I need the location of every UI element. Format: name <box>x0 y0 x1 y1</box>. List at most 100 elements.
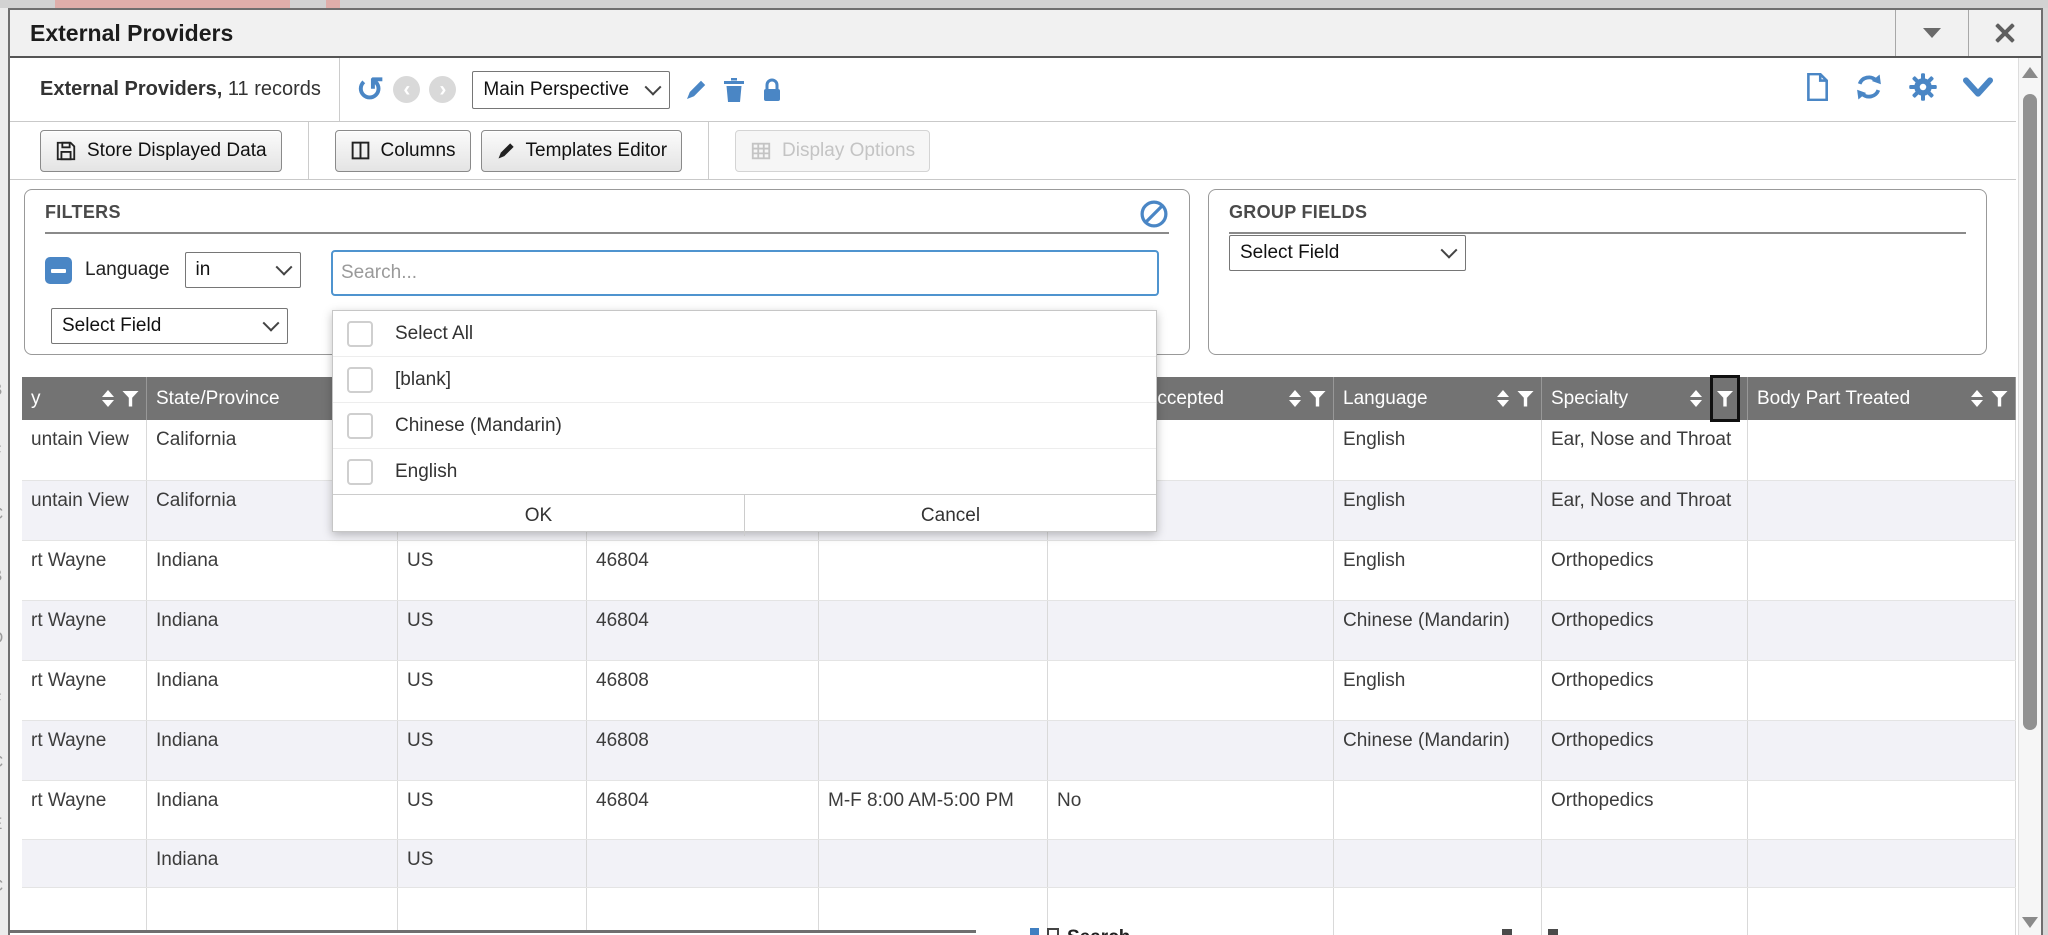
dropdown-option[interactable]: Chinese (Mandarin) <box>333 402 1156 448</box>
group-field-select[interactable]: Select Field <box>1229 235 1466 271</box>
table-cell <box>22 840 147 887</box>
column-header[interactable]: Language <box>1334 377 1542 420</box>
lock-icon[interactable] <box>760 77 784 103</box>
columns-icon <box>350 140 371 161</box>
delete-perspective-icon[interactable] <box>722 77 746 103</box>
table-cell: Indiana <box>147 721 398 780</box>
undo-icon[interactable]: ↺ <box>356 75 385 105</box>
table-cell: 46804 <box>587 781 819 839</box>
dropdown-option[interactable]: English <box>333 448 1156 494</box>
table-row[interactable]: rt WayneIndianaUS46804M-F 8:00 AM-5:00 P… <box>22 780 2016 839</box>
background-highlight <box>326 0 340 8</box>
background-text-fragment: C <box>0 504 8 524</box>
sort-icon[interactable] <box>1289 390 1301 407</box>
refresh-icon[interactable] <box>1854 72 1884 107</box>
dropdown-option[interactable]: [blank] <box>333 356 1156 402</box>
column-header[interactable]: Body Part Treated <box>1748 377 2016 420</box>
filter-icon[interactable] <box>1991 391 2008 407</box>
table-cell: No <box>1048 781 1334 839</box>
table-cell: English <box>1334 420 1542 480</box>
filter-icon[interactable] <box>1309 391 1326 407</box>
sort-icon[interactable] <box>1497 390 1509 407</box>
perspective-select[interactable]: Main Perspective <box>472 71 670 109</box>
dropdown-buttons: OK Cancel <box>333 494 1156 536</box>
table-cell: rt Wayne <box>22 541 147 600</box>
background-text-fragment: B <box>0 380 8 400</box>
table-row[interactable]: rt WayneIndianaUS46804Chinese (Mandarin)… <box>22 600 2016 660</box>
store-displayed-data-button[interactable]: Store Displayed Data <box>40 130 282 172</box>
table-cell: US <box>398 541 587 600</box>
cutoff-glyph <box>1548 929 1558 935</box>
table-row[interactable]: rt WayneIndianaUS46808EnglishOrthopedics <box>22 660 2016 720</box>
sort-icon[interactable] <box>1971 390 1983 407</box>
vertical-scrollbar[interactable] <box>2018 58 2041 935</box>
display-options-button[interactable]: Display Options <box>735 130 930 172</box>
background-text-fragment: C <box>0 752 8 772</box>
column-header-label: Specialty <box>1551 388 1628 410</box>
column-header[interactable]: y <box>22 377 147 420</box>
window-menu-button[interactable] <box>1895 10 1968 56</box>
scrollbar-thumb[interactable] <box>2023 94 2037 730</box>
filter-icon[interactable] <box>122 391 139 407</box>
filter-icon[interactable] <box>1517 391 1534 407</box>
columns-button[interactable]: Columns <box>335 130 471 172</box>
table-cell <box>1748 420 2016 480</box>
filter-operator-select[interactable]: in <box>185 252 301 288</box>
table-cell <box>819 661 1048 720</box>
scroll-up-icon[interactable] <box>2022 67 2038 78</box>
add-filter-field-select[interactable]: Select Field <box>51 308 288 344</box>
group-fields-title: GROUP FIELDS <box>1229 202 1966 234</box>
search-icon <box>1030 928 1039 935</box>
cutoff-search-label: Search <box>1067 928 1130 935</box>
group-field-value: Select Field <box>1240 242 1339 264</box>
templates-editor-button[interactable]: Templates Editor <box>481 130 683 172</box>
chevron-down-icon <box>263 315 280 332</box>
table-row[interactable]: rt WayneIndianaUS46808Chinese (Mandarin)… <box>22 720 2016 780</box>
collapse-chevron-icon[interactable] <box>1962 76 1994 103</box>
column-header[interactable]: Specialty <box>1542 377 1748 420</box>
edit-perspective-icon[interactable] <box>684 78 708 102</box>
checkbox-icon[interactable] <box>347 321 373 347</box>
toolbar-right-icons <box>1804 72 1994 107</box>
new-document-icon[interactable] <box>1804 73 1830 106</box>
table-cell: Orthopedics <box>1542 721 1748 780</box>
checkbox-icon[interactable] <box>347 413 373 439</box>
filter-row: Language in <box>45 252 301 288</box>
table-cell: Orthopedics <box>1542 541 1748 600</box>
table-cell: M-F 8:00 AM-5:00 PM <box>819 781 1048 839</box>
templates-editor-label: Templates Editor <box>526 140 668 162</box>
table-cell: Indiana <box>147 781 398 839</box>
table-cell: 46804 <box>587 601 819 660</box>
window-controls <box>1895 10 2041 56</box>
checkbox-icon[interactable] <box>347 367 373 393</box>
settings-gear-icon[interactable] <box>1908 72 1938 107</box>
column-header-label: Body Part Treated <box>1757 388 1910 410</box>
scroll-down-icon[interactable] <box>2022 917 2038 928</box>
table-cell <box>1048 661 1334 720</box>
dropdown-option-label: Chinese (Mandarin) <box>395 415 562 437</box>
table-row[interactable]: IndianaUS <box>22 839 2016 887</box>
table-row[interactable]: rt WayneIndianaUS46804EnglishOrthopedics <box>22 540 2016 600</box>
dropdown-option[interactable]: Select All <box>333 311 1156 356</box>
table-cell <box>819 840 1048 887</box>
filter-search-input[interactable] <box>331 250 1159 296</box>
table-cell <box>1748 601 2016 660</box>
checkbox-icon[interactable] <box>347 459 373 485</box>
table-cell: Indiana <box>147 601 398 660</box>
sort-icon[interactable] <box>1690 390 1702 407</box>
previous-perspective-button[interactable]: ‹ <box>393 76 420 103</box>
table-cell <box>1748 481 2016 540</box>
cancel-button[interactable]: Cancel <box>745 495 1156 536</box>
filter-icon[interactable] <box>1717 391 1734 407</box>
perspective-value: Main Perspective <box>483 79 629 101</box>
table-cell: Indiana <box>147 840 398 887</box>
table-cell: Chinese (Mandarin) <box>1334 601 1542 660</box>
window-close-button[interactable] <box>1968 10 2041 56</box>
sort-icon[interactable] <box>102 390 114 407</box>
table-cell <box>1748 541 2016 600</box>
background-page-top <box>0 0 2048 8</box>
ok-button[interactable]: OK <box>333 495 745 536</box>
next-perspective-button[interactable]: › <box>429 76 456 103</box>
remove-filter-icon[interactable] <box>45 257 72 284</box>
clear-filters-icon[interactable] <box>1139 199 1169 234</box>
